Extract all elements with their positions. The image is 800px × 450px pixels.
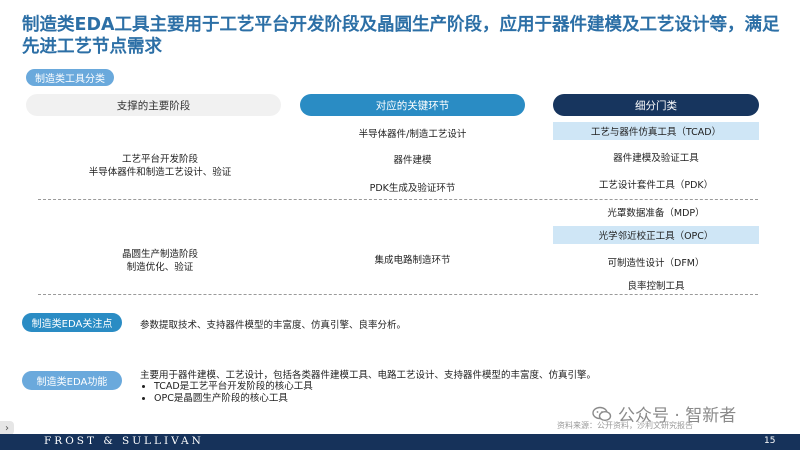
segment-pdk: 工艺设计套件工具（PDK）: [598, 180, 714, 191]
header-stages: 支撑的主要阶段: [26, 94, 281, 116]
category-pill: 制造类工具分类: [26, 69, 114, 86]
segment-device-modeling: 器件建模及验证工具: [613, 153, 699, 164]
segment-tcad: 工艺与器件仿真工具（TCAD）: [553, 122, 759, 140]
stage2-desc: 制造优化、验证: [126, 262, 194, 273]
link-ic-manufacturing: 集成电路制造环节: [374, 255, 451, 266]
bullet-opc: OPC是晶圆生产阶段的核心工具: [154, 393, 313, 405]
function-pill: 制造类EDA功能: [22, 371, 122, 390]
stage1-desc: 半导体器件和制造工艺设计、验证: [88, 167, 232, 178]
stage1-name: 工艺平台开发阶段: [121, 154, 198, 165]
expand-arrow-icon[interactable]: ›: [0, 421, 14, 435]
focus-pill: 制造类EDA关注点: [22, 313, 122, 332]
link-pdk: PDK生成及验证环节: [369, 183, 456, 194]
link-device-process-design: 半导体器件/制造工艺设计: [358, 129, 467, 140]
page-number: 15: [764, 436, 776, 446]
bullet-tcad: TCAD是工艺平台开发阶段的核心工具: [154, 381, 313, 393]
footer-logo: FROST & SULLIVAN: [44, 435, 204, 447]
link-device-modeling: 器件建模: [393, 155, 432, 166]
segment-yield: 良率控制工具: [627, 281, 685, 292]
function-text: 主要用于器件建模、工艺设计，包括各类器件建模工具、电路工艺设计、支持器件模型的丰…: [140, 370, 597, 381]
header-links: 对应的关键环节: [300, 94, 525, 116]
segment-dfm: 可制造性设计（DFM）: [607, 258, 705, 269]
source-note: 资料来源：公开资料，沙利文研究报告: [557, 421, 693, 430]
focus-text: 参数提取技术、支持器件模型的丰富度、仿真引擎、良率分析。: [140, 320, 407, 331]
row-divider: [38, 199, 758, 200]
row-divider: [38, 294, 758, 295]
segment-opc: 光学邻近校正工具（OPC）: [553, 226, 759, 244]
header-segments: 细分门类: [553, 94, 759, 116]
segment-mdp: 光罩数据准备（MDP）: [607, 208, 705, 219]
function-bullets: TCAD是工艺平台开发阶段的核心工具 OPC是晶圆生产阶段的核心工具: [140, 381, 313, 405]
stage2-name: 晶圆生产制造阶段: [121, 249, 198, 260]
page-title: 制造类EDA工具主要用于工艺平台开发阶段及晶圆生产阶段，应用于器件建模及工艺设计…: [22, 15, 780, 57]
